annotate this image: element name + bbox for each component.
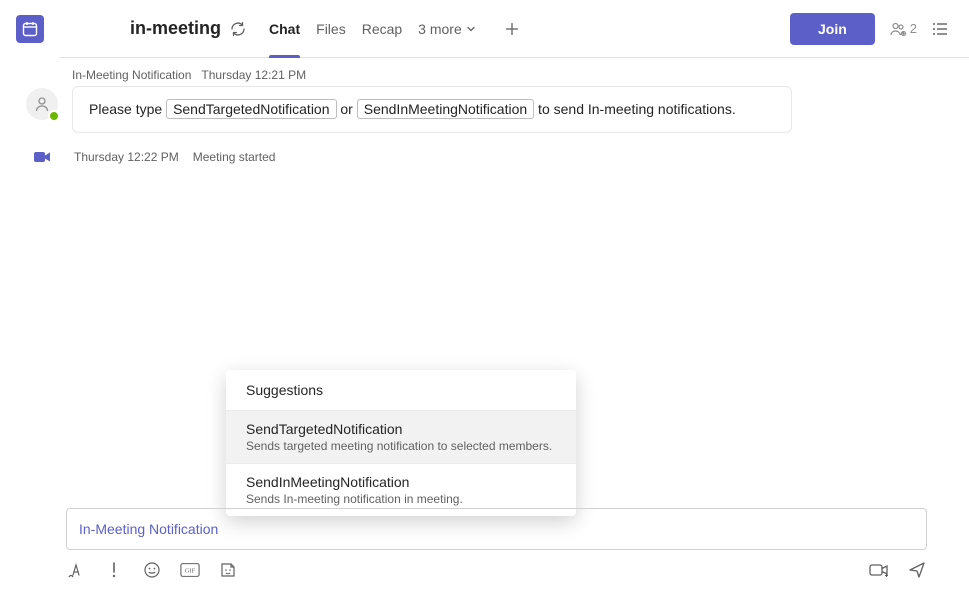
send-icon[interactable] — [907, 560, 927, 580]
chat-content: In-Meeting Notification Thursday 12:21 P… — [0, 58, 969, 594]
message-time: Thursday 12:21 PM — [201, 68, 306, 82]
gif-icon[interactable]: GIF — [180, 560, 200, 580]
people-icon — [889, 20, 907, 38]
meeting-label: Meeting started — [193, 150, 276, 164]
bot-avatar — [26, 88, 58, 120]
tab-recap[interactable]: Recap — [354, 0, 410, 58]
compose-area: In-Meeting Notification GIF — [66, 508, 927, 580]
channel-header: in-meeting Chat Files Recap 3 more Join … — [60, 0, 969, 58]
add-tab-button[interactable] — [496, 13, 528, 45]
participants-button[interactable]: 2 — [889, 20, 917, 38]
suggestions-header: Suggestions — [226, 370, 576, 411]
sender-name: In-Meeting Notification — [72, 68, 191, 82]
tab-chat[interactable]: Chat — [261, 0, 308, 58]
tab-files[interactable]: Files — [308, 0, 354, 58]
suggestion-title: SendInMeetingNotification — [246, 474, 556, 490]
video-clip-icon[interactable] — [869, 560, 889, 580]
suggestion-item[interactable]: SendTargetedNotification Sends targeted … — [226, 411, 576, 464]
message-row: In-Meeting Notification Thursday 12:21 P… — [0, 58, 969, 133]
meeting-details-icon[interactable] — [931, 20, 949, 38]
suggestion-title: SendTargetedNotification — [246, 421, 556, 437]
loop-icon[interactable] — [229, 20, 247, 38]
video-icon — [24, 147, 60, 167]
meeting-time: Thursday 12:22 PM — [74, 150, 179, 164]
suggestions-popup: Suggestions SendTargetedNotification Sen… — [226, 370, 576, 516]
participants-count: 2 — [910, 21, 917, 36]
emoji-icon[interactable] — [142, 560, 162, 580]
message-meta: In-Meeting Notification Thursday 12:21 P… — [72, 68, 792, 82]
join-button[interactable]: Join — [790, 13, 875, 45]
suggestion-desc: Sends In-meeting notification in meeting… — [246, 492, 556, 506]
compose-input[interactable]: In-Meeting Notification — [66, 508, 927, 550]
chevron-down-icon — [466, 24, 476, 34]
channel-title: in-meeting — [130, 18, 221, 39]
svg-text:GIF: GIF — [185, 568, 196, 575]
suggestion-desc: Sends targeted meeting notification to s… — [246, 439, 556, 453]
app-rail — [0, 0, 60, 58]
command-token: SendInMeetingNotification — [357, 99, 534, 119]
sticker-icon[interactable] — [218, 560, 238, 580]
tab-more[interactable]: 3 more — [410, 0, 484, 58]
presence-available-icon — [48, 110, 60, 122]
format-icon[interactable] — [66, 560, 86, 580]
priority-icon[interactable] — [104, 560, 124, 580]
meeting-started-row: Thursday 12:22 PM Meeting started — [0, 133, 969, 167]
message-card: Please type SendTargetedNotification or … — [72, 86, 792, 133]
tab-strip: Chat Files Recap 3 more — [261, 0, 528, 58]
compose-toolbar: GIF — [66, 560, 927, 580]
calendar-app-icon[interactable] — [16, 15, 44, 43]
command-token: SendTargetedNotification — [166, 99, 336, 119]
